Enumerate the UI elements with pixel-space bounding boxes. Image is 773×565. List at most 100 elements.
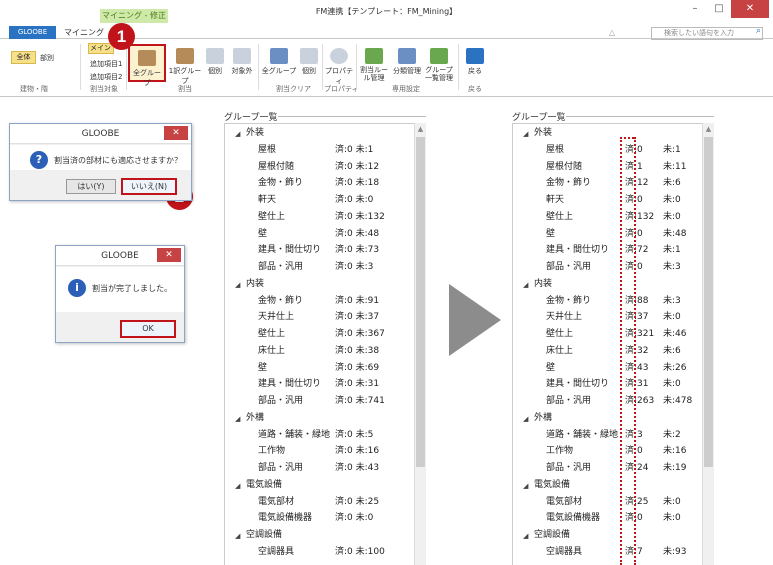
property-button[interactable]: プロパティ (324, 44, 354, 86)
category-row[interactable]: 空調設備 (534, 528, 570, 543)
expand-triangle-icon[interactable]: ◢ (523, 532, 528, 540)
expand-triangle-icon[interactable]: ◢ (523, 415, 528, 423)
tab-mining[interactable]: マイニング (64, 27, 104, 38)
individual-assign-button[interactable]: 個別 (204, 44, 226, 76)
group-item-row[interactable]: 電気部材 (546, 495, 582, 510)
category-row[interactable]: 電気設備 (534, 478, 570, 493)
group-item-row[interactable]: 部品・汎用 (258, 394, 303, 409)
group-item-row[interactable]: 電気設備機器 (546, 511, 600, 526)
extra-item-1[interactable]: 追加項目1 (90, 59, 122, 69)
group-item-row[interactable]: 天井仕上 (258, 310, 294, 325)
extra-item-2[interactable]: 追加項目2 (90, 72, 122, 82)
group-item-row[interactable]: 壁仕上 (546, 210, 573, 225)
group-item-row[interactable]: 空調器具 (258, 545, 294, 560)
group-item-row[interactable]: 金物・飾り (258, 176, 303, 191)
all-groups-assign-button[interactable]: 全グループ (128, 44, 166, 87)
back-icon (466, 48, 484, 64)
clear-all-groups-button[interactable]: 全グループ (260, 44, 298, 76)
group-item-row[interactable]: 床仕上 (258, 344, 285, 359)
scroll-up-icon[interactable]: ▲ (703, 125, 714, 133)
zentai-button[interactable]: 全体 (11, 51, 36, 64)
dialog-close-button[interactable]: ✕ (164, 126, 188, 140)
search-input[interactable]: 検索したい語句を入力 (651, 27, 763, 40)
category-row[interactable]: 電気設備 (246, 478, 282, 493)
expand-triangle-icon[interactable]: ◢ (523, 482, 528, 490)
group-item-row[interactable]: 電気部材 (258, 495, 294, 510)
group-item-row[interactable]: 軒天 (546, 193, 564, 208)
expand-triangle-icon[interactable]: ◢ (235, 482, 240, 490)
expand-triangle-icon[interactable]: ◢ (235, 415, 240, 423)
ok-button[interactable]: OK (120, 320, 176, 338)
category-row[interactable]: 外装 (534, 126, 552, 141)
group-item-row[interactable]: 工作物 (546, 444, 573, 459)
group-item-row[interactable]: 空調器具 (546, 545, 582, 560)
group-item-row[interactable]: 壁 (546, 227, 555, 242)
group-item-row[interactable]: 道路・舗装・緑地 (546, 428, 618, 443)
group-item-row[interactable]: 屋根 (258, 143, 276, 158)
group-item-row[interactable]: 壁 (546, 361, 555, 376)
scrollbar[interactable]: ▲ (702, 123, 714, 565)
close-button[interactable]: ✕ (731, 0, 769, 18)
group-item-row[interactable]: 建具・間仕切り (258, 243, 321, 258)
group-tree[interactable] (512, 123, 714, 565)
minimize-button[interactable]: – (683, 0, 707, 18)
group-item-row[interactable]: 壁仕上 (258, 327, 285, 342)
group-list-manage-button[interactable]: グループ一覧管理 (424, 44, 454, 82)
group-item-row[interactable]: 工作物 (258, 444, 285, 459)
group-tree[interactable] (224, 123, 426, 565)
scroll-thumb[interactable] (704, 137, 713, 467)
group-item-row[interactable]: 金物・飾り (546, 294, 591, 309)
back-button[interactable]: 戻る (462, 44, 488, 76)
category-row[interactable]: 空調設備 (246, 528, 282, 543)
group-item-row[interactable]: 壁仕上 (546, 327, 573, 342)
group-item-row[interactable]: 金物・飾り (546, 176, 591, 191)
scrollbar[interactable]: ▲ (414, 123, 426, 565)
group-item-row[interactable]: 道路・舗装・緑地 (258, 428, 330, 443)
help-icon[interactable]: △ (609, 28, 615, 37)
category-row[interactable]: 外構 (534, 411, 552, 426)
group-item-row[interactable]: 壁 (258, 361, 267, 376)
excluded-button[interactable]: 対象外 (228, 44, 256, 76)
group-item-row[interactable]: 壁仕上 (258, 210, 285, 225)
group-item-row[interactable]: 壁 (258, 227, 267, 242)
one-group-button[interactable]: 1訳グループ (168, 44, 202, 86)
group-item-row[interactable]: 屋根付随 (546, 160, 582, 175)
tab-gloobe[interactable]: GLOOBE (9, 26, 56, 39)
group-item-row[interactable]: 電気設備機器 (258, 511, 312, 526)
heya-button[interactable]: 部別 (40, 53, 54, 63)
group-item-row[interactable]: 部品・汎用 (546, 394, 591, 409)
group-item-row[interactable]: 建具・間仕切り (546, 377, 609, 392)
group-item-row[interactable]: 部品・汎用 (546, 260, 591, 275)
expand-triangle-icon[interactable]: ◢ (235, 281, 240, 289)
group-item-row[interactable]: 軒天 (258, 193, 276, 208)
group-item-row[interactable]: 金物・飾り (258, 294, 303, 309)
category-row[interactable]: 外装 (246, 126, 264, 141)
category-row[interactable]: 外構 (246, 411, 264, 426)
group-item-row[interactable]: 部品・汎用 (258, 260, 303, 275)
search-icon[interactable]: ⌕ (756, 26, 761, 36)
count-text: 済:0 未:91 (335, 295, 380, 306)
expand-triangle-icon[interactable]: ◢ (523, 130, 528, 138)
category-row[interactable]: 内装 (246, 277, 264, 292)
expand-triangle-icon[interactable]: ◢ (235, 130, 240, 138)
group-item-row[interactable]: 建具・間仕切り (258, 377, 321, 392)
group-item-row[interactable]: 天井仕上 (546, 310, 582, 325)
scroll-up-icon[interactable]: ▲ (415, 125, 426, 133)
no-button[interactable]: いいえ(N) (121, 178, 177, 195)
group-item-row[interactable]: 部品・汎用 (546, 461, 591, 476)
group-item-row[interactable]: 部品・汎用 (258, 461, 303, 476)
group-item-row[interactable]: 屋根付随 (258, 160, 294, 175)
scroll-thumb[interactable] (416, 137, 425, 467)
yes-button[interactable]: はい(Y) (66, 179, 116, 194)
dialog-close-button[interactable]: ✕ (157, 248, 181, 262)
expand-triangle-icon[interactable]: ◢ (523, 281, 528, 289)
group-item-row[interactable]: 建具・間仕切り (546, 243, 609, 258)
group-item-row[interactable]: 床仕上 (546, 344, 573, 359)
expand-triangle-icon[interactable]: ◢ (235, 532, 240, 540)
group-item-row[interactable]: 屋根 (546, 143, 564, 158)
category-manage-button[interactable]: 分類管理 (392, 44, 422, 76)
clear-individual-button[interactable]: 個別 (298, 44, 320, 76)
category-row[interactable]: 内装 (534, 277, 552, 292)
assign-rule-button[interactable]: 割当ルール管理 (358, 44, 390, 82)
maximize-button[interactable]: □ (707, 0, 731, 18)
